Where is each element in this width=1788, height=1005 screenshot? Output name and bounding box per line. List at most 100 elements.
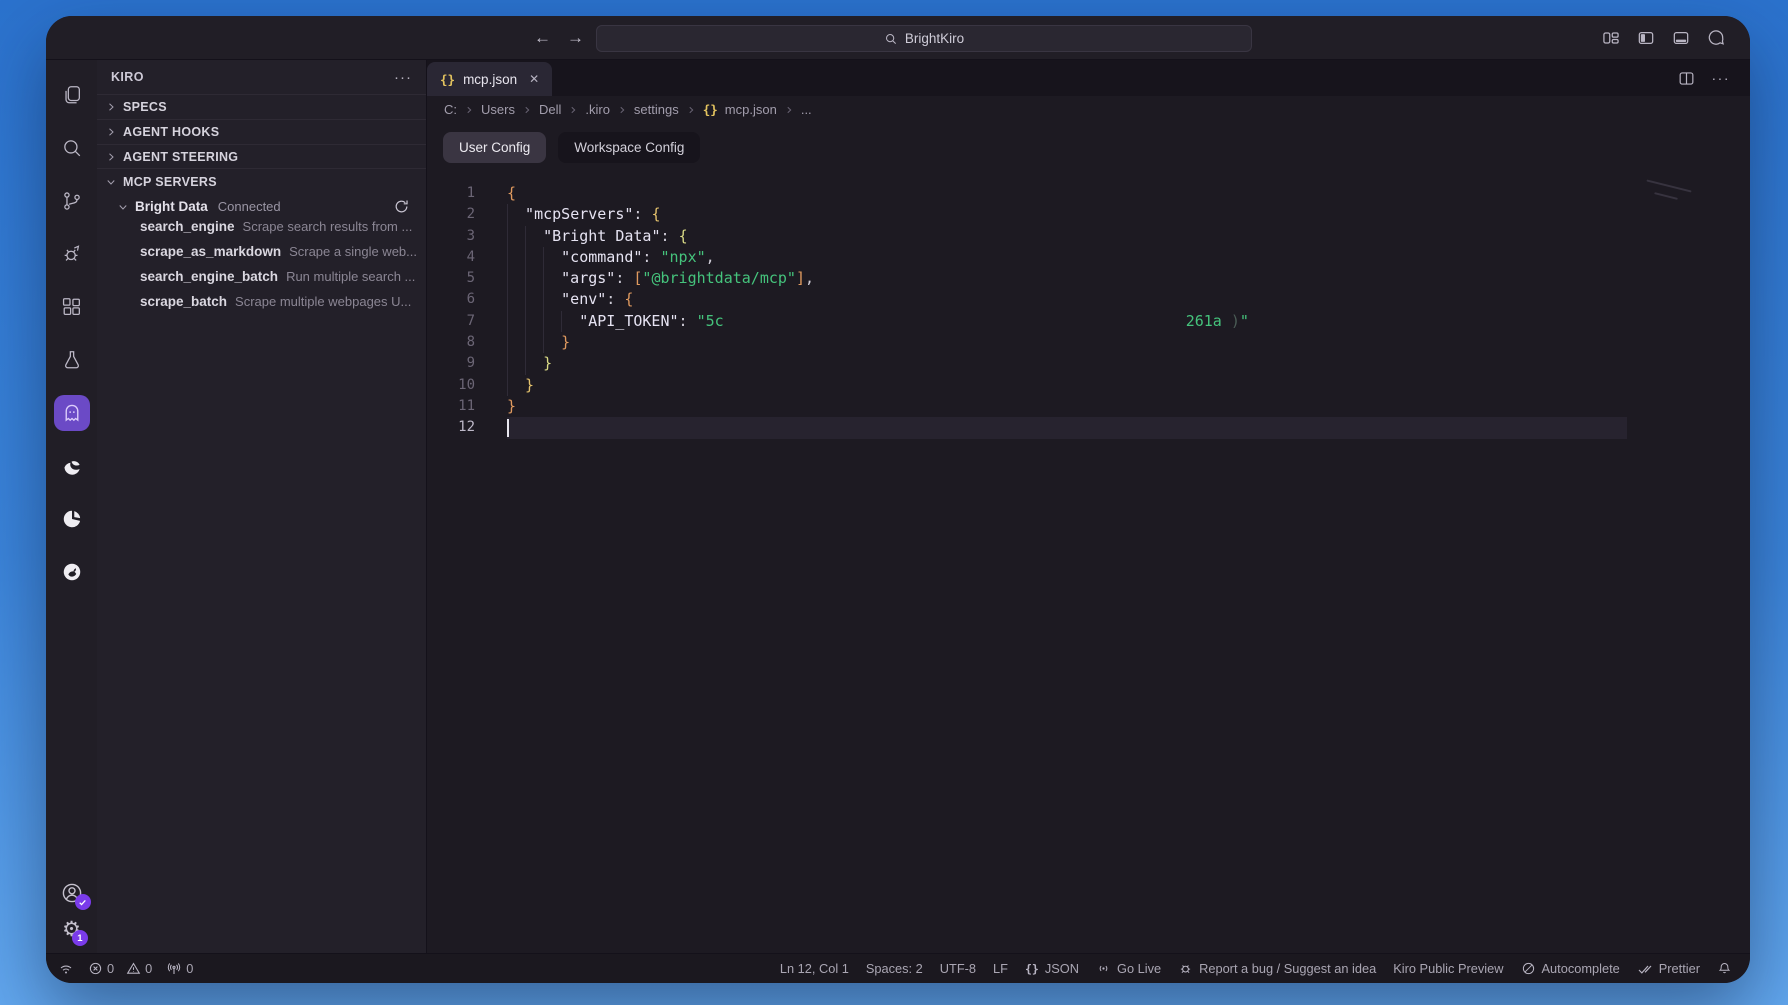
code-line[interactable]: 7"API_TOKEN": "5c261a )" xyxy=(427,311,1627,332)
search-sidebar-icon[interactable] xyxy=(46,121,97,174)
indent-guide xyxy=(525,353,543,374)
tab-label: mcp.json xyxy=(463,72,517,87)
app-window: ← → BrightKiro xyxy=(46,16,1750,983)
code-token: "mcpServers" xyxy=(525,204,633,225)
encoding[interactable]: UTF-8 xyxy=(940,961,976,976)
code-line[interactable]: 10} xyxy=(427,375,1627,396)
code-token: : xyxy=(679,311,697,332)
code-token: : xyxy=(615,268,633,289)
close-tab-icon[interactable]: ✕ xyxy=(529,72,539,86)
remote-indicator[interactable] xyxy=(58,961,74,977)
code-token: "Bright Data" xyxy=(543,226,660,247)
mcp-tool-search-engine[interactable]: search_engine Scrape search results from… xyxy=(97,219,426,244)
indent-guide xyxy=(525,247,543,268)
sidebar-section-specs[interactable]: SPECS xyxy=(97,94,426,119)
layout-panels-icon[interactable] xyxy=(1601,28,1621,48)
breadcrumb[interactable]: C: Users Dell .kiro settings {} mcp.json… xyxy=(427,96,1750,123)
mcp-server-bright-data[interactable]: Bright Data Connected xyxy=(97,194,426,219)
line-number: 6 xyxy=(427,289,475,310)
chevron-right-icon xyxy=(568,105,578,115)
prettier-status[interactable]: Prettier xyxy=(1637,961,1700,977)
code-line[interactable]: 9} xyxy=(427,353,1627,374)
history-forward-icon[interactable]: → xyxy=(567,28,584,48)
chevron-right-icon xyxy=(686,105,696,115)
code-line[interactable]: 2"mcpServers": { xyxy=(427,204,1627,225)
code-token: "command" xyxy=(561,247,642,268)
code-line[interactable]: 4"command": "npx", xyxy=(427,247,1627,268)
code-token: : xyxy=(642,247,660,268)
go-live-button[interactable]: Go Live xyxy=(1096,961,1161,976)
indent-guide xyxy=(525,226,543,247)
kiro-public-preview-label[interactable]: Kiro Public Preview xyxy=(1393,961,1503,976)
code-line[interactable]: 3"Bright Data": { xyxy=(427,226,1627,247)
chevron-right-icon xyxy=(617,105,627,115)
mcp-tool-scrape-as-markdown[interactable]: scrape_as_markdown Scrape a single web..… xyxy=(97,244,426,269)
code-line[interactable]: 5"args": ["@brightdata/mcp"], xyxy=(427,268,1627,289)
toggle-sidebar-icon[interactable] xyxy=(1636,28,1656,48)
indent-guide xyxy=(507,375,525,396)
toggle-panel-icon[interactable] xyxy=(1671,28,1691,48)
chevron-down-icon xyxy=(105,176,117,188)
sidebar-more-actions-icon[interactable]: ··· xyxy=(394,69,412,86)
bug-icon xyxy=(1178,961,1193,976)
kiro-ghost-icon[interactable] xyxy=(46,386,97,439)
redacted-token-gap xyxy=(724,321,1186,322)
command-center-search[interactable]: BrightKiro xyxy=(596,25,1252,52)
indentation[interactable]: Spaces: 2 xyxy=(866,961,923,976)
tab-mcp-json[interactable]: {} mcp.json ✕ xyxy=(427,62,552,96)
chat-bubble-icon[interactable] xyxy=(1706,28,1726,48)
settings-gear-icon[interactable]: ⚙ 1 xyxy=(62,919,81,941)
sidebar-section-mcp-servers[interactable]: MCP SERVERS xyxy=(97,169,426,194)
eol-sequence[interactable]: LF xyxy=(993,961,1008,976)
source-control-icon[interactable] xyxy=(46,174,97,227)
code-line[interactable]: 6"env": { xyxy=(427,289,1627,310)
server-name: Bright Data xyxy=(135,199,208,214)
code-token: , xyxy=(805,268,814,289)
cursor-position[interactable]: Ln 12, Col 1 xyxy=(780,961,849,976)
chevron-right-icon xyxy=(105,151,117,163)
notifications-bell-icon[interactable] xyxy=(1717,961,1732,976)
run-debug-icon[interactable] xyxy=(46,227,97,280)
indent-guide xyxy=(543,268,561,289)
indent-guide xyxy=(525,311,543,332)
code-token: "API_TOKEN" xyxy=(579,311,678,332)
activity-bar-bottom: ⚙ 1 xyxy=(60,881,84,953)
code-token: ) xyxy=(1222,311,1240,332)
sidebar-section-agent-hooks[interactable]: AGENT HOOKS xyxy=(97,119,426,144)
code-token: { xyxy=(679,226,688,247)
code-token: { xyxy=(507,183,516,204)
account-icon[interactable] xyxy=(60,881,84,905)
code-line[interactable]: 12 xyxy=(427,417,1627,438)
code-token: } xyxy=(507,396,516,417)
indent-guide xyxy=(525,289,543,310)
pie-circle-logo-icon[interactable] xyxy=(46,492,97,545)
dev-swoosh-logo-icon[interactable] xyxy=(46,439,97,492)
code-editor[interactable]: 1{2"mcpServers": {3"Bright Data": {4"com… xyxy=(427,171,1750,953)
report-bug-button[interactable]: Report a bug / Suggest an idea xyxy=(1178,961,1376,976)
ports-indicator[interactable]: 0 xyxy=(166,961,193,977)
mcp-tool-search-engine-batch[interactable]: search_engine_batch Run multiple search … xyxy=(97,269,426,294)
language-mode[interactable]: {} JSON xyxy=(1025,961,1079,976)
testing-flask-icon[interactable] xyxy=(46,333,97,386)
indent-guide xyxy=(543,289,561,310)
more-actions-icon[interactable]: ··· xyxy=(1712,70,1731,86)
problems-indicator[interactable]: 0 0 xyxy=(88,961,152,976)
explorer-icon[interactable] xyxy=(46,68,97,121)
code-line[interactable]: 1{ xyxy=(427,183,1627,204)
code-line[interactable]: 8} xyxy=(427,332,1627,353)
mcp-tool-scrape-batch[interactable]: scrape_batch Scrape multiple webpages U.… xyxy=(97,294,426,319)
extensions-icon[interactable] xyxy=(46,280,97,333)
history-back-icon[interactable]: ← xyxy=(534,28,551,48)
sidebar-section-agent-steering[interactable]: AGENT STEERING xyxy=(97,144,426,169)
split-editor-icon[interactable] xyxy=(1677,69,1696,88)
workspace-config-button[interactable]: Workspace Config xyxy=(558,132,700,163)
rabbit-circle-logo-icon[interactable] xyxy=(46,545,97,598)
user-config-button[interactable]: User Config xyxy=(443,132,546,163)
code-token: [ xyxy=(633,268,642,289)
autocomplete-toggle[interactable]: Autocomplete xyxy=(1521,961,1620,976)
code-line[interactable]: 11} xyxy=(427,396,1627,417)
code-token: : xyxy=(661,226,679,247)
sidebar-title: KIRO xyxy=(111,70,144,84)
titlebar-actions xyxy=(1601,16,1726,60)
refresh-icon[interactable] xyxy=(393,198,410,215)
